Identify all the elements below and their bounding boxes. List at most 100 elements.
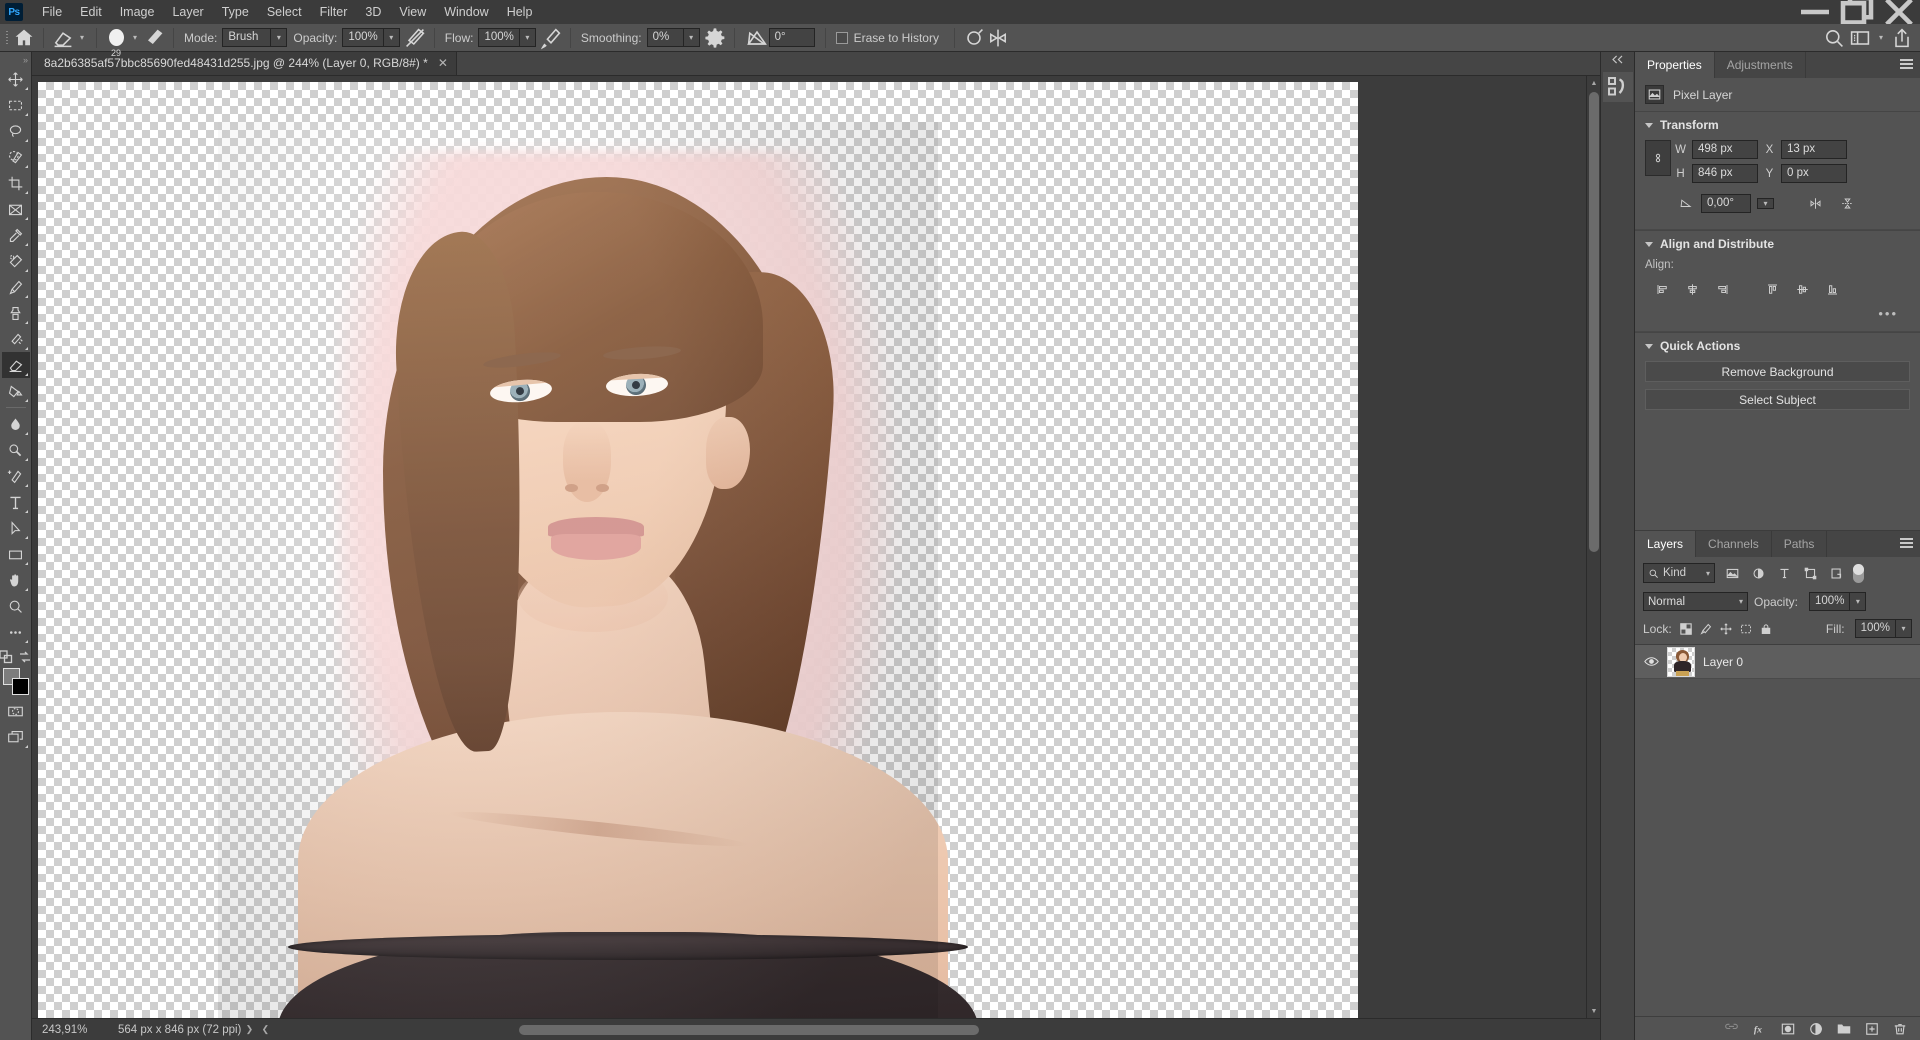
new-layer-button[interactable] [1863,1020,1880,1037]
zoom-tool[interactable] [2,593,30,619]
filter-smart-object-button[interactable] [1827,564,1845,582]
layer-name[interactable]: Layer 0 [1703,655,1743,669]
select-subject-button[interactable]: Select Subject [1645,389,1910,410]
brush-angle-input[interactable]: 0° [768,28,815,47]
align-horizontal-centers-button[interactable] [1679,278,1705,300]
chevron-left-icon[interactable]: ❮ [257,1024,273,1035]
smoothing-input[interactable]: 0% ▾ [646,28,700,47]
align-top-edges-button[interactable] [1759,278,1785,300]
new-group-button[interactable] [1835,1020,1852,1037]
workspace-switcher[interactable] [1848,27,1872,49]
tab-layers[interactable]: Layers [1635,531,1697,557]
link-layers-button[interactable] [1723,1020,1740,1037]
horizontal-type-tool[interactable] [2,489,30,515]
link-ratio-button[interactable] [1645,140,1671,176]
lock-position-button[interactable] [1719,621,1734,636]
menu-item-file[interactable]: File [33,1,71,23]
scroll-down-icon[interactable]: ▼ [1587,1004,1601,1018]
rotation-input[interactable]: 0,00° [1701,193,1751,213]
filter-adjustment-button[interactable] [1749,564,1767,582]
remove-background-button[interactable]: Remove Background [1645,361,1910,382]
blur-tool[interactable] [2,411,30,437]
align-left-edges-button[interactable] [1649,278,1675,300]
menu-item-view[interactable]: View [390,1,435,23]
transform-section-header[interactable]: Transform [1645,118,1910,132]
lock-image-pixels-button[interactable] [1699,621,1714,636]
scroll-up-icon[interactable]: ▲ [1587,76,1601,90]
rectangle-tool[interactable] [2,541,30,567]
artboard-transparent-checkerboard[interactable] [38,82,1358,1018]
menu-item-edit[interactable]: Edit [71,1,111,23]
close-button[interactable] [1878,0,1920,26]
history-brush-tool[interactable] [2,326,30,352]
delete-layer-button[interactable] [1891,1020,1908,1037]
home-button[interactable] [12,27,36,49]
lock-artboard-nesting-button[interactable] [1739,621,1754,636]
lock-transparent-pixels-button[interactable] [1679,621,1694,636]
crop-tool[interactable] [2,170,30,196]
vertical-scrollbar-thumb[interactable] [1589,92,1599,552]
maximize-button[interactable] [1836,0,1878,25]
smoothing-options-button[interactable] [703,27,727,49]
lock-all-button[interactable] [1759,621,1774,636]
more-options-icon[interactable]: ••• [1645,306,1910,321]
pen-tool[interactable] [2,463,30,489]
new-adjustment-layer-button[interactable] [1807,1020,1824,1037]
history-panel-button[interactable] [1602,72,1633,102]
height-input[interactable]: 846 px [1692,164,1758,183]
pressure-size-toggle[interactable] [962,27,986,49]
symmetry-button[interactable] [986,27,1010,49]
zoom-level[interactable]: 243,91% [32,1024,104,1036]
brush-preset-picker[interactable]: 29 [104,27,128,58]
chevron-down-icon[interactable]: ▾ [1757,197,1774,209]
tool-preset-arrow[interactable]: ▾ [75,33,89,42]
erase-to-history-checkbox[interactable] [835,31,848,44]
brush-tool[interactable] [2,274,30,300]
align-bottom-edges-button[interactable] [1819,278,1845,300]
pressure-opacity-toggle[interactable] [403,27,427,49]
menu-item-image[interactable]: Image [111,1,164,23]
erase-to-history-group[interactable]: Erase to History [833,27,947,49]
align-right-edges-button[interactable] [1709,278,1735,300]
layer-visibility-toggle[interactable] [1643,656,1659,667]
tool-preset-picker[interactable] [51,27,75,49]
tab-channels[interactable]: Channels [1696,531,1772,557]
quick-mask-button[interactable] [2,698,30,724]
layer-row[interactable]: Layer 0 [1635,645,1920,679]
document-tab[interactable]: 8a2b6385af57bbc85690fed48431d255.jpg @ 2… [32,51,457,75]
menu-item-select[interactable]: Select [258,1,311,23]
search-button[interactable] [1822,27,1846,49]
eraser-tool[interactable] [1,352,30,378]
panel-menu-icon[interactable] [1900,538,1913,549]
add-layer-mask-button[interactable] [1779,1020,1796,1037]
spot-healing-brush-tool[interactable] [2,248,30,274]
layer-styles-button[interactable]: fx [1751,1020,1768,1037]
menu-item-filter[interactable]: Filter [311,1,357,23]
tab-adjustments[interactable]: Adjustments [1715,52,1806,78]
layer-fill-input[interactable]: 100% ▾ [1854,619,1912,638]
hand-tool[interactable] [2,567,30,593]
menu-item-window[interactable]: Window [435,1,497,23]
menu-item-3d[interactable]: 3D [356,1,390,23]
canvas-viewport[interactable] [32,76,1586,1018]
filter-toggle-switch[interactable] [1853,563,1864,583]
horizontal-scrollbar[interactable] [279,1023,1594,1037]
opacity-input[interactable]: 100% ▾ [342,28,400,47]
chevron-right-icon[interactable]: ❯ [241,1024,257,1035]
path-selection-tool[interactable] [2,515,30,541]
color-swatches[interactable] [2,668,30,698]
screen-mode-button[interactable] [2,724,30,750]
background-color-swatch[interactable] [11,678,29,695]
width-input[interactable]: 498 px [1692,140,1758,159]
move-tool[interactable] [2,66,30,92]
expand-panels-button[interactable] [1601,52,1634,66]
blend-mode-select[interactable]: Normal ▾ [1643,592,1748,611]
rectangular-marquee-tool[interactable] [2,92,30,118]
options-bar-grip[interactable] [2,28,12,48]
menu-item-type[interactable]: Type [213,1,258,23]
y-input[interactable]: 0 px [1781,164,1847,183]
align-section-header[interactable]: Align and Distribute [1645,237,1910,251]
minimize-button[interactable] [1794,0,1836,24]
brush-preset-arrow[interactable]: ▾ [128,33,142,42]
filter-kind-select[interactable]: Kind ▾ [1643,563,1715,583]
